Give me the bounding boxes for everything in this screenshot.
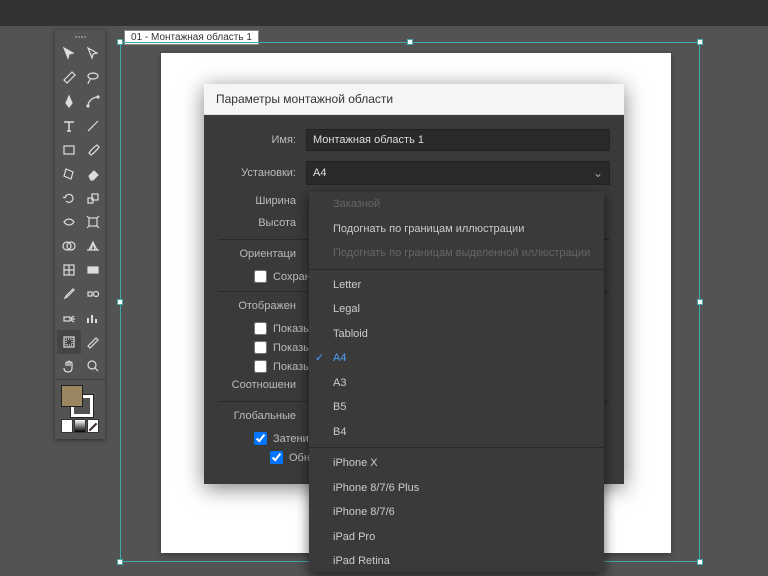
preset-option: Подогнать по границам выделенной иллюстр… [309,241,604,266]
preset-dropdown: ЗаказнойПодогнать по границам иллюстраци… [309,192,604,572]
preset-option[interactable]: Letter [309,273,604,298]
fill-swatch[interactable] [61,385,83,407]
preset-option[interactable]: A4 [309,346,604,371]
pen-tool-icon[interactable] [57,90,81,114]
resize-handle[interactable] [697,39,703,45]
orientation-label: Ориентаци [218,248,306,260]
preserve-checkbox[interactable] [254,270,267,283]
panel-grip[interactable] [57,32,103,42]
width-tool-icon[interactable] [57,210,81,234]
selection-tool-icon[interactable] [57,42,81,66]
width-label: Ширина [218,195,306,207]
preset-option[interactable]: B5 [309,395,604,420]
curvature-tool-icon[interactable] [81,90,105,114]
update-checkbox[interactable] [270,451,283,464]
ratio-label: Соотношени [218,379,306,391]
gradient-tool-icon[interactable] [81,258,105,282]
name-label: Имя: [218,134,306,146]
resize-handle[interactable] [407,39,413,45]
direct-selection-tool-icon[interactable] [81,42,105,66]
scale-tool-icon[interactable] [81,186,105,210]
gradient-mode-icon[interactable] [74,419,86,433]
resize-handle[interactable] [117,39,123,45]
shaper-tool-icon[interactable] [57,162,81,186]
dialog-title: Параметры монтажной области [204,84,624,115]
none-mode-icon[interactable] [87,419,99,433]
preset-option[interactable]: iPad Pro [309,525,604,550]
slice-tool-icon[interactable] [81,330,105,354]
eraser-tool-icon[interactable] [81,162,105,186]
type-tool-icon[interactable] [57,114,81,138]
resize-handle[interactable] [697,299,703,305]
preset-option[interactable]: Подогнать по границам иллюстрации [309,217,604,242]
preset-option[interactable]: Tabloid [309,322,604,347]
name-input[interactable] [306,129,610,151]
symbol-sprayer-tool-icon[interactable] [57,306,81,330]
shape-builder-tool-icon[interactable] [57,234,81,258]
app-titlebar [0,0,768,26]
show-checkbox-3[interactable] [254,360,267,373]
preset-label: Установки: [218,167,306,179]
preset-option[interactable]: B4 [309,420,604,445]
perspective-grid-tool-icon[interactable] [81,234,105,258]
preset-option[interactable]: iPhone 8/7/6 Plus [309,476,604,501]
color-mode-icon[interactable] [61,419,73,433]
lasso-tool-icon[interactable] [81,66,105,90]
zoom-tool-icon[interactable] [81,354,105,378]
tools-panel [55,30,105,439]
rotate-tool-icon[interactable] [57,186,81,210]
preset-option[interactable]: iPhone X [309,451,604,476]
resize-handle[interactable] [117,559,123,565]
preset-select[interactable]: A4 [306,161,610,185]
rectangle-tool-icon[interactable] [57,138,81,162]
color-swatches[interactable] [57,381,103,437]
line-tool-icon[interactable] [81,114,105,138]
preset-option: Заказной [309,192,604,217]
preset-option[interactable]: A3 [309,371,604,396]
hand-tool-icon[interactable] [57,354,81,378]
free-transform-tool-icon[interactable] [81,210,105,234]
show-checkbox-2[interactable] [254,341,267,354]
blend-tool-icon[interactable] [81,282,105,306]
preset-option[interactable]: iPad Retina [309,549,604,572]
mesh-tool-icon[interactable] [57,258,81,282]
paintbrush-tool-icon[interactable] [81,138,105,162]
column-graph-tool-icon[interactable] [81,306,105,330]
resize-handle[interactable] [697,559,703,565]
preset-option[interactable]: iPhone 8/7/6 [309,500,604,525]
height-label: Высота [218,217,306,229]
display-label: Отображен [218,300,306,312]
eyedropper-tool-icon[interactable] [57,282,81,306]
resize-handle[interactable] [117,299,123,305]
artboard-tool-icon[interactable] [57,330,81,354]
magic-wand-tool-icon[interactable] [57,66,81,90]
global-label: Глобальные [218,410,306,422]
shade-checkbox[interactable] [254,432,267,445]
show-checkbox-1[interactable] [254,322,267,335]
preset-option[interactable]: Legal [309,297,604,322]
